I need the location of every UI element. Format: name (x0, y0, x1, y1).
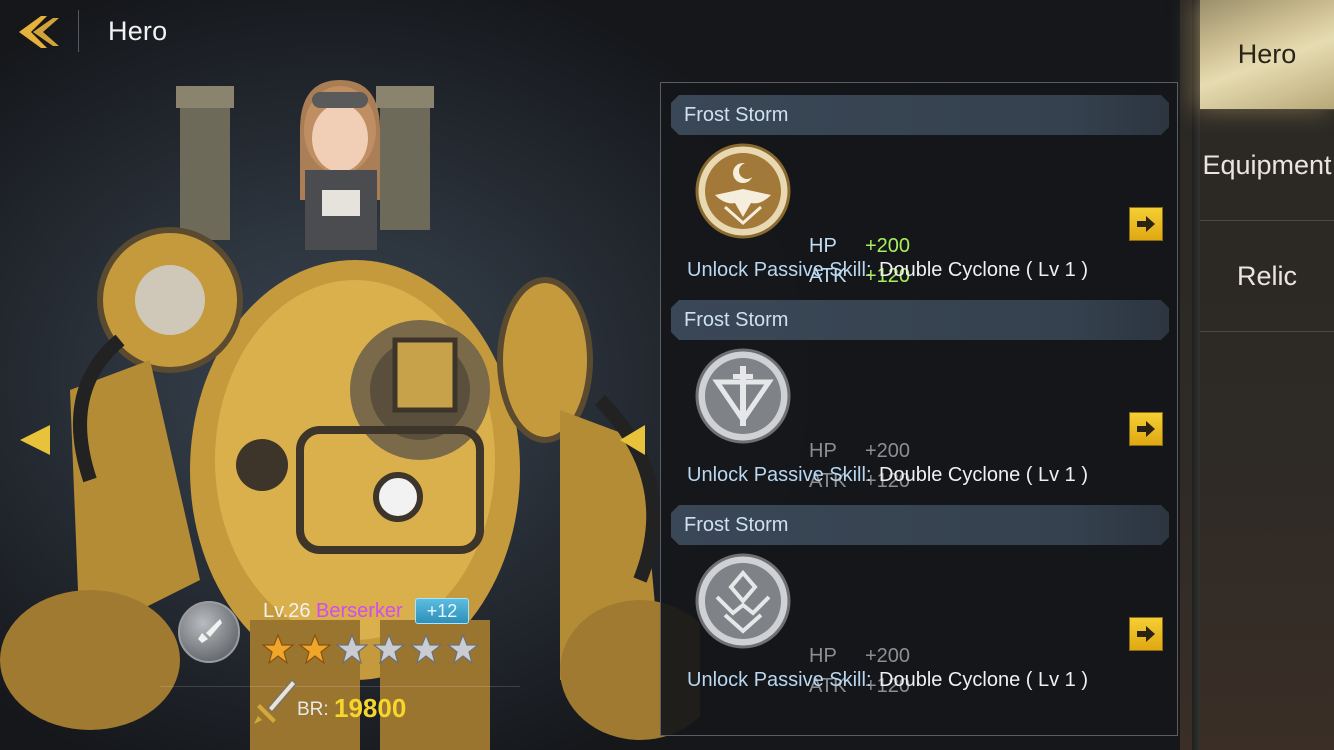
hero-level: Lv.26 (263, 600, 311, 622)
stat-value-hp: +200 (865, 645, 911, 667)
sword-icon (254, 678, 298, 724)
tab-hero[interactable]: Hero (1200, 0, 1334, 110)
tab-edge (1192, 0, 1200, 750)
title-divider (78, 10, 79, 52)
detail-arrow-button[interactable] (1129, 412, 1163, 446)
skill-value: Double Cyclone ( Lv 1 ) (879, 259, 1088, 281)
star-rating (262, 634, 479, 664)
stat-value-hp: +200 (865, 235, 911, 257)
class-icon[interactable] (178, 601, 240, 663)
arrow-right-icon (1137, 216, 1155, 232)
star-empty-icon (447, 634, 479, 664)
crown-emblem-icon (695, 553, 791, 649)
skill-label: Unlock Passive Skill: (687, 259, 872, 281)
tab-equipment[interactable]: Equipment (1200, 111, 1334, 221)
page-title: Hero (108, 16, 168, 46)
stat-name-hp: HP (809, 645, 837, 667)
star-filled-icon (299, 634, 331, 664)
stat-value-hp: +200 (865, 440, 911, 462)
awakening-section: Frost Storm HP +200 ATK +120 Unlock Pass… (671, 83, 1169, 287)
br-divider (160, 686, 520, 687)
star-empty-icon (373, 634, 405, 664)
sword-shield-emblem-icon (695, 348, 791, 444)
section-header: Frost Storm (671, 95, 1169, 135)
awakening-section: Frost Storm HP +200 ATK +120 Unlock Pass… (671, 288, 1169, 492)
arrow-right-icon (1137, 421, 1155, 437)
section-header: Frost Storm (671, 300, 1169, 340)
awakening-panel: Frost Storm HP +200 ATK +120 Unlock Pass… (660, 82, 1178, 736)
skill-label: Unlock Passive Skill: (687, 669, 872, 691)
section-title: Frost Storm (684, 309, 789, 331)
hero-class: Berserker (316, 600, 403, 622)
stat-name-hp: HP (809, 440, 837, 462)
br-label: BR: (297, 699, 329, 720)
detail-arrow-button[interactable] (1129, 207, 1163, 241)
star-filled-icon (262, 634, 294, 664)
section-title: Frost Storm (684, 514, 789, 536)
section-title: Frost Storm (684, 104, 789, 126)
star-empty-icon (410, 634, 442, 664)
dagger-icon (198, 619, 222, 643)
double-chevron-left-icon (19, 16, 59, 48)
side-tabs: Hero Equipment Relic (1192, 0, 1334, 750)
awakening-section: Frost Storm HP +200 ATK +120 Unlock Pass… (671, 493, 1169, 697)
br-value: 19800 (334, 693, 407, 723)
arrow-right-icon (1137, 626, 1155, 642)
skill-label: Unlock Passive Skill: (687, 464, 872, 486)
back-button[interactable] (10, 10, 64, 54)
star-empty-icon (336, 634, 368, 664)
phoenix-moon-emblem-icon (695, 143, 791, 239)
enhance-badge: +12 (415, 598, 469, 624)
stat-name-hp: HP (809, 235, 837, 257)
skill-value: Double Cyclone ( Lv 1 ) (879, 669, 1088, 691)
tab-relic[interactable]: Relic (1200, 222, 1334, 332)
skill-value: Double Cyclone ( Lv 1 ) (879, 464, 1088, 486)
section-header: Frost Storm (671, 505, 1169, 545)
detail-arrow-button[interactable] (1129, 617, 1163, 651)
